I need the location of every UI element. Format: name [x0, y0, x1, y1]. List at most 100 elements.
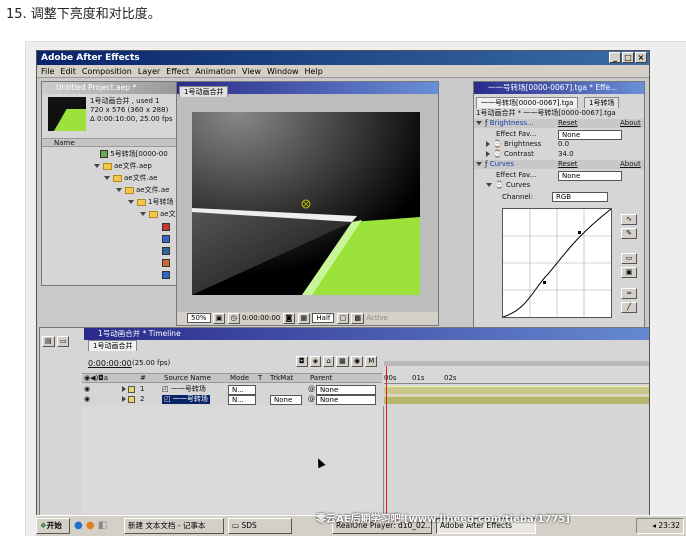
tab-composition[interactable]: 1号动画合并 [179, 86, 229, 97]
shy-layers-icon[interactable]: ⌂ [323, 356, 334, 367]
column-source-name[interactable]: Source Name [164, 374, 211, 383]
timeline-ruler[interactable]: 00s 01s 02s [384, 366, 649, 384]
column-num[interactable]: # [140, 374, 146, 383]
tab-render-queue[interactable]: ▤ [42, 336, 55, 347]
menu-effect[interactable]: Effect [166, 65, 189, 77]
curves-about-link[interactable]: About [620, 160, 641, 169]
minimize-button[interactable]: _ [609, 52, 621, 63]
project-item-row[interactable]: 5号转场[0000-00 [100, 150, 168, 159]
channel-icon[interactable]: ▦ [297, 313, 311, 324]
tab-flowchart[interactable]: ▭ [56, 336, 70, 347]
contrast-row[interactable]: ⌚ Contrast [486, 150, 534, 159]
layer-mode-dropdown[interactable]: N... [228, 395, 256, 405]
brightness-row[interactable]: ⌚ Brightness [486, 140, 541, 149]
quick-launch-media-icon[interactable]: ● [86, 520, 95, 531]
bezier-curve-icon[interactable]: ∿ [621, 214, 637, 225]
tab-effect-layer-2[interactable]: 1号转场 [584, 97, 620, 108]
column-mode[interactable]: Mode [230, 374, 249, 383]
layer-parent-dropdown[interactable]: None [316, 385, 376, 395]
maximize-button[interactable]: □ [622, 52, 634, 63]
zoom-dropdown[interactable]: 50% [187, 313, 211, 323]
layer-label-color[interactable] [128, 396, 135, 403]
timeline-timecode[interactable]: 0:00:00:00 [88, 359, 132, 368]
layer-source-name[interactable]: ◰ 一一号转场 [162, 395, 210, 404]
column-t[interactable]: T [258, 374, 262, 383]
stopwatch-icon[interactable]: ⌚ [495, 181, 504, 189]
comp-marker-icon[interactable]: ◘ [296, 356, 308, 367]
project-item-row[interactable]: ae文件.ae [104, 174, 157, 183]
linear-reset-icon[interactable]: ╱ [621, 302, 637, 313]
column-parent[interactable]: Parent [310, 374, 332, 383]
layer-duration-bar[interactable] [384, 386, 649, 394]
stopwatch-icon[interactable]: ⌚ [493, 140, 502, 148]
comp-timecode[interactable]: 0:00:00:00 [242, 314, 280, 322]
fx-icon[interactable]: ƒ [485, 119, 487, 127]
brightness-reset-link[interactable]: Reset [558, 119, 578, 128]
taskbar-item-sds[interactable]: ▭ SDS [228, 518, 292, 534]
expand-arrow-icon[interactable] [116, 188, 122, 192]
layer-parent-dropdown[interactable]: None [316, 395, 376, 405]
menu-edit[interactable]: Edit [60, 65, 76, 77]
menu-file[interactable]: File [41, 65, 54, 77]
tray-volume-icon[interactable]: ◂ [652, 521, 656, 530]
motion-blur-icon[interactable]: ◉ [350, 356, 364, 367]
project-item-row[interactable]: ae文件.aep [94, 162, 152, 171]
menu-window[interactable]: Window [267, 65, 299, 77]
camera-icon[interactable]: ◙ [282, 313, 296, 324]
menu-help[interactable]: Help [305, 65, 323, 77]
brainstorm-icon[interactable]: M [365, 356, 378, 367]
brightness-value[interactable]: 0.0 [558, 140, 569, 149]
active-camera-label[interactable]: Active [366, 314, 388, 322]
effect-favorites-dropdown[interactable]: None [558, 130, 622, 140]
quick-launch-ie-icon[interactable]: ● [74, 520, 83, 531]
flowchart-icon[interactable]: ◈ [309, 356, 322, 367]
open-folder-icon[interactable]: ▭ [621, 253, 637, 264]
menu-layer[interactable]: Layer [138, 65, 160, 77]
visibility-eye-icon[interactable]: ◉ [84, 385, 90, 394]
stopwatch-icon[interactable]: ⌚ [493, 150, 502, 158]
transparency-grid-icon[interactable]: ▩ [351, 313, 365, 324]
layer-row[interactable]: ◉ 2 ◰ 一一号转场 N... None @ None [82, 395, 649, 405]
snapshot-button[interactable]: ▣ [212, 313, 226, 324]
work-area-bar[interactable] [384, 361, 649, 366]
taskbar-item-notepad[interactable]: 新建 文本文档 - 记事本 [124, 518, 224, 534]
timecode-button[interactable]: ◷ [227, 313, 240, 324]
clock[interactable]: 23:32 [658, 521, 680, 530]
expand-arrow-icon[interactable] [94, 164, 100, 168]
curves-sub-row[interactable]: ⌚ Curves [486, 181, 530, 190]
expand-arrow-icon[interactable] [128, 200, 134, 204]
layer-trkmat-dropdown[interactable]: None [270, 395, 302, 405]
project-item-row[interactable]: ae文件.ae [116, 186, 169, 195]
project-item-row[interactable]: 1号转场 [128, 198, 173, 207]
channel-dropdown[interactable]: RGB [552, 192, 608, 202]
smooth-icon[interactable]: ≈ [621, 288, 637, 299]
project-column-name[interactable]: Name [54, 139, 75, 148]
layer-mode-dropdown[interactable]: N... [228, 385, 256, 395]
menu-animation[interactable]: Animation [195, 65, 236, 77]
close-button[interactable]: × [635, 52, 647, 63]
brightness-contrast-name[interactable]: ƒ Brightness... [476, 119, 534, 128]
contrast-value[interactable]: 34.0 [558, 150, 574, 159]
resolution-dropdown[interactable]: Half [312, 313, 335, 323]
region-icon[interactable]: ▢ [336, 313, 350, 324]
layer-source-name[interactable]: ◰ 一一号转场 [162, 385, 206, 394]
fx-icon[interactable]: ƒ [485, 160, 487, 168]
expand-arrow-icon[interactable] [104, 176, 110, 180]
frame-blending-icon[interactable]: ▦ [336, 356, 349, 367]
tab-timeline[interactable]: 1号动画合并 [88, 340, 138, 351]
current-time-indicator[interactable] [386, 366, 387, 516]
parent-pickwhip-icon[interactable]: @ [308, 395, 315, 404]
curves-graph[interactable] [502, 208, 612, 318]
expand-arrow-icon[interactable] [140, 212, 146, 216]
layer-label-color[interactable] [128, 386, 135, 393]
start-button[interactable]: ❖开始 [36, 518, 70, 534]
menu-view[interactable]: View [242, 65, 261, 77]
brightness-about-link[interactable]: About [620, 119, 641, 128]
tab-effect-layer[interactable]: 一一号转场[0000-0067].tga [476, 97, 579, 108]
curves-name[interactable]: ƒ Curves [476, 160, 514, 169]
quick-launch-desktop-icon[interactable]: ◧ [98, 520, 107, 531]
project-item-row[interactable]: ae文 [140, 210, 176, 219]
menu-composition[interactable]: Composition [82, 65, 132, 77]
layer-row[interactable]: ◉ 1 ◰ 一一号转场 N... @ None [82, 385, 649, 395]
parent-pickwhip-icon[interactable]: @ [308, 385, 315, 394]
